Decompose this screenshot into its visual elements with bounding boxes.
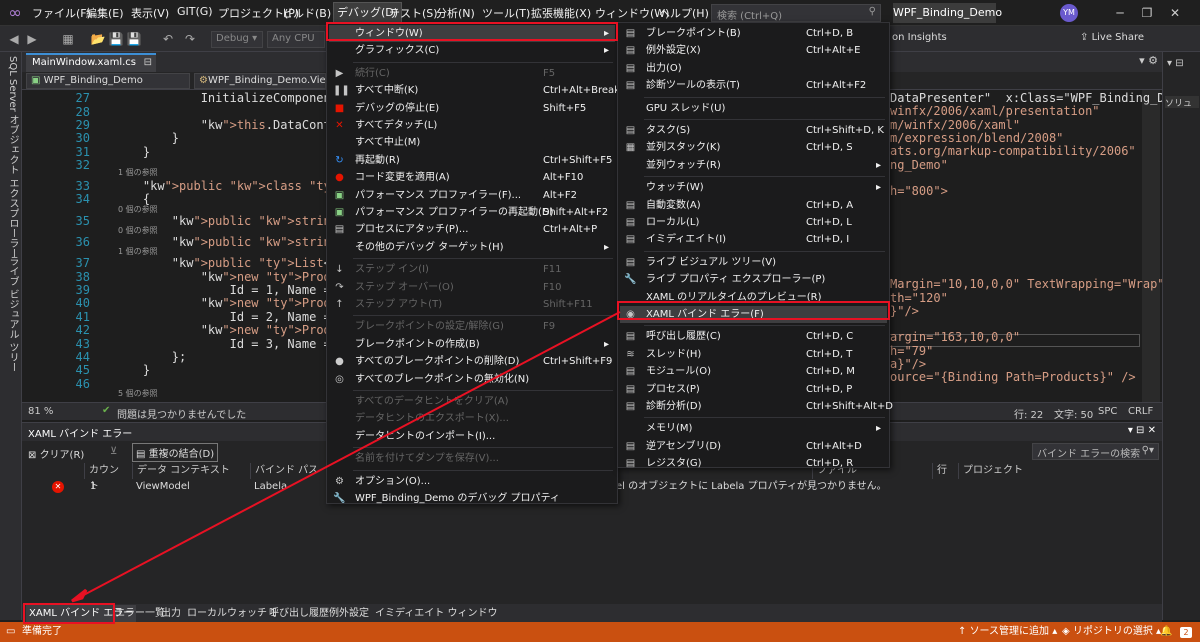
annotation-arrow bbox=[71, 311, 621, 603]
